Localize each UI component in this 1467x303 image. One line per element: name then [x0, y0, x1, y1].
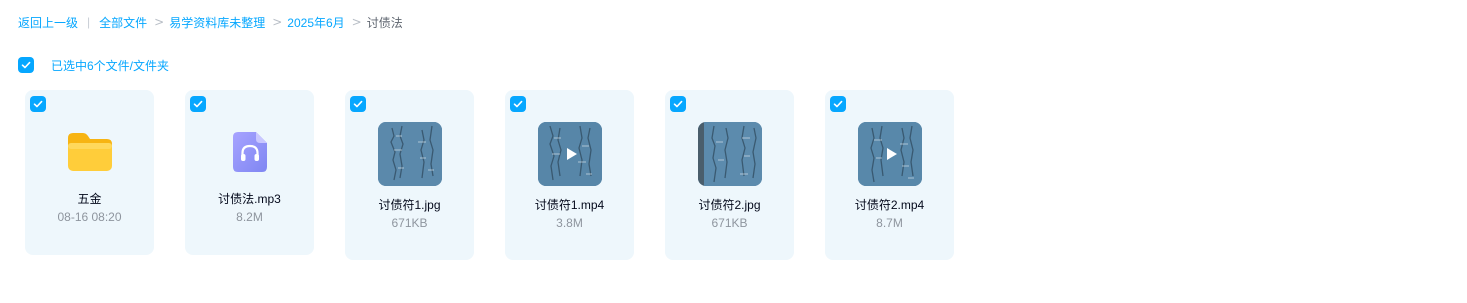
- checkmark-icon: [33, 100, 43, 108]
- selection-count: 已选中6个文件/文件夹: [51, 58, 170, 73]
- selection-bar: 已选中6个文件/文件夹: [18, 57, 169, 73]
- file-size: 8.7M: [876, 216, 903, 230]
- chevron-right-icon: >: [154, 15, 165, 29]
- file-date: 08-16 08:20: [57, 210, 122, 224]
- video-thumbnail: [538, 122, 602, 186]
- item-checkbox[interactable]: [30, 96, 46, 112]
- breadcrumb: 返回上一级 | 全部文件 > 易学资料库未整理 > 2025年6月 > 讨债法: [18, 13, 403, 31]
- file-size: 3.8M: [556, 216, 583, 230]
- image-thumbnail: [378, 122, 442, 186]
- checkmark-icon: [673, 100, 683, 108]
- checkmark-icon: [193, 100, 203, 108]
- file-card-image[interactable]: 讨债符2.jpg 671KB: [665, 90, 794, 260]
- play-icon: [887, 148, 897, 160]
- breadcrumb-month[interactable]: 2025年6月: [287, 14, 344, 31]
- file-name: 讨债符2.mp4: [854, 198, 925, 212]
- breadcrumb-library[interactable]: 易学资料库未整理: [169, 14, 265, 31]
- file-name: 讨债符1.jpg: [378, 198, 441, 212]
- checkmark-icon: [833, 100, 843, 108]
- file-card-video[interactable]: 讨债符1.mp4 3.8M: [505, 90, 634, 260]
- file-name: 讨债法.mp3: [218, 192, 281, 206]
- file-card-video[interactable]: 讨债符2.mp4 8.7M: [825, 90, 954, 260]
- checkmark-icon: [513, 100, 523, 108]
- item-checkbox[interactable]: [830, 96, 846, 112]
- breadcrumb-divider: |: [87, 15, 91, 29]
- file-browser: 返回上一级 | 全部文件 > 易学资料库未整理 > 2025年6月 > 讨债法 …: [0, 0, 1467, 303]
- file-size: 671KB: [391, 216, 428, 230]
- checkmark-icon: [21, 61, 31, 69]
- play-icon: [567, 148, 577, 160]
- file-card-folder[interactable]: 五金 08-16 08:20: [25, 90, 154, 255]
- chevron-right-icon: >: [272, 15, 283, 29]
- image-thumbnail: [698, 122, 762, 186]
- breadcrumb-current: 讨债法: [366, 15, 403, 30]
- chevron-right-icon: >: [351, 15, 362, 29]
- file-size: 671KB: [711, 216, 748, 230]
- file-name: 讨债符2.jpg: [698, 198, 761, 212]
- video-thumbnail: [858, 122, 922, 186]
- item-checkbox[interactable]: [190, 96, 206, 112]
- item-checkbox[interactable]: [670, 96, 686, 112]
- file-size: 8.2M: [236, 210, 263, 224]
- item-checkbox[interactable]: [510, 96, 526, 112]
- file-name: 五金: [77, 192, 102, 206]
- checkmark-icon: [353, 100, 363, 108]
- audio-file-icon: [232, 131, 268, 173]
- folder-icon: [66, 130, 114, 174]
- select-all-checkbox[interactable]: [18, 57, 34, 73]
- file-card-image[interactable]: 讨债符1.jpg 671KB: [345, 90, 474, 260]
- breadcrumb-all-files[interactable]: 全部文件: [99, 14, 147, 31]
- file-card-audio[interactable]: 讨债法.mp3 8.2M: [185, 90, 314, 255]
- back-link[interactable]: 返回上一级: [18, 14, 78, 31]
- file-name: 讨债符1.mp4: [534, 198, 605, 212]
- item-checkbox[interactable]: [350, 96, 366, 112]
